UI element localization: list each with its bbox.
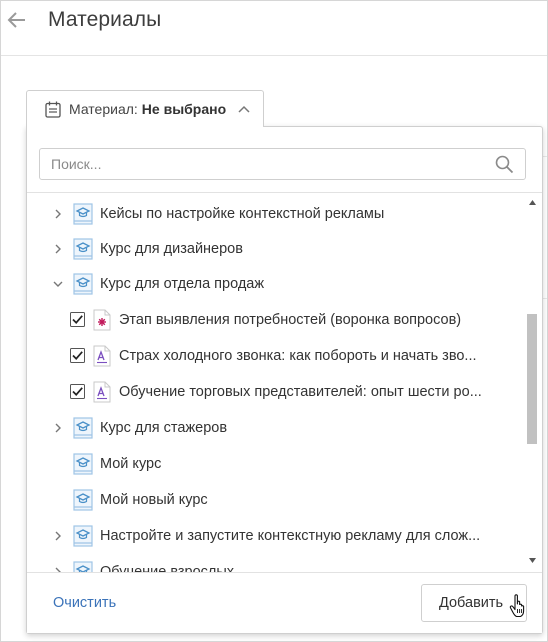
tree-row-course[interactable]: Курс для дизайнеров — [27, 231, 525, 267]
search-icon[interactable] — [495, 155, 514, 174]
material-dropdown: Кейсы по настройке контекстной рекламы К… — [26, 126, 543, 634]
tree-row-label: Мой курс — [100, 456, 162, 472]
material-selector-value: Не выбрано — [141, 101, 227, 117]
tree-row-label: Мой новый курс — [100, 492, 208, 508]
tree-row-course[interactable]: Обучение взрослых — [27, 554, 525, 573]
material-tree: Кейсы по настройке контекстной рекламы К… — [27, 194, 525, 573]
checkbox-checked[interactable] — [70, 312, 85, 327]
material-selector-button[interactable]: Материал: Не выбрано — [26, 90, 264, 127]
search-box — [39, 148, 526, 180]
scrollbar[interactable] — [526, 194, 538, 572]
tree-row-course[interactable]: Мой курс — [27, 446, 525, 482]
tree-row-label: Этап выявления потребностей (воронка воп… — [119, 312, 462, 328]
dropdown-footer: Очистить Добавить — [27, 573, 542, 633]
chevron-right-icon[interactable] — [53, 423, 63, 433]
tree-row-label: Обучение торговых представителей: опыт ш… — [119, 384, 482, 400]
scroll-up-arrow-icon[interactable] — [529, 200, 536, 205]
course-icon — [73, 273, 93, 295]
tree-row-label: Курс для дизайнеров — [100, 241, 243, 257]
tree-row-label: Страх холодного звонка: как побороть и н… — [119, 348, 477, 364]
tree-row-label: Курс для отдела продаж — [100, 276, 265, 292]
tree-row-course[interactable]: Мой новый курс — [27, 482, 525, 518]
tree-row-course[interactable]: Кейсы по настройке контекстной рекламы — [27, 196, 525, 232]
text-document-icon — [93, 345, 111, 367]
tree-row-label: Курс для стажеров — [100, 420, 228, 436]
arrow-left-icon[interactable] — [7, 11, 27, 29]
tree-row-material[interactable]: Этап выявления потребностей (воронка воп… — [27, 302, 525, 338]
tree-row-label: Кейсы по настройке контекстной рекламы — [100, 206, 385, 222]
text-document-icon — [93, 381, 111, 403]
course-icon — [73, 238, 93, 260]
tree-row-material[interactable]: Страх холодного звонка: как побороть и н… — [27, 338, 525, 374]
course-icon — [73, 203, 93, 225]
tree-row-material[interactable]: Обучение торговых представителей: опыт ш… — [27, 374, 525, 410]
page-title: Материалы — [48, 8, 162, 31]
search-input[interactable] — [40, 149, 480, 179]
course-icon — [73, 525, 93, 547]
chevron-right-icon[interactable] — [53, 531, 63, 541]
course-icon — [73, 453, 93, 475]
material-selector-label: Материал: — [69, 101, 138, 117]
hand-pointer-cursor-icon — [509, 594, 525, 618]
survey-icon — [93, 309, 111, 331]
scroll-down-arrow-icon[interactable] — [529, 558, 536, 563]
scrollbar-thumb[interactable] — [527, 314, 537, 444]
divider — [27, 192, 542, 193]
course-icon — [73, 417, 93, 439]
chevron-down-icon[interactable] — [53, 279, 63, 289]
chevron-up-icon — [238, 105, 250, 113]
tree-row-course[interactable]: Настройте и запустите контекстную реклам… — [27, 518, 525, 554]
clear-link[interactable]: Очистить — [53, 595, 116, 611]
checkbox-checked[interactable] — [70, 384, 85, 399]
chevron-right-icon[interactable] — [53, 209, 63, 219]
checkbox-checked[interactable] — [70, 348, 85, 363]
calendar-icon — [45, 101, 61, 118]
chevron-right-icon[interactable] — [53, 244, 63, 254]
tree-row-label: Настройте и запустите контекстную реклам… — [100, 528, 481, 544]
page-header: Материалы — [1, 1, 547, 56]
course-icon — [73, 489, 93, 511]
tree-row-course-expanded[interactable]: Курс для отдела продаж — [27, 266, 525, 302]
tree-row-course[interactable]: Курс для стажеров — [27, 410, 525, 446]
